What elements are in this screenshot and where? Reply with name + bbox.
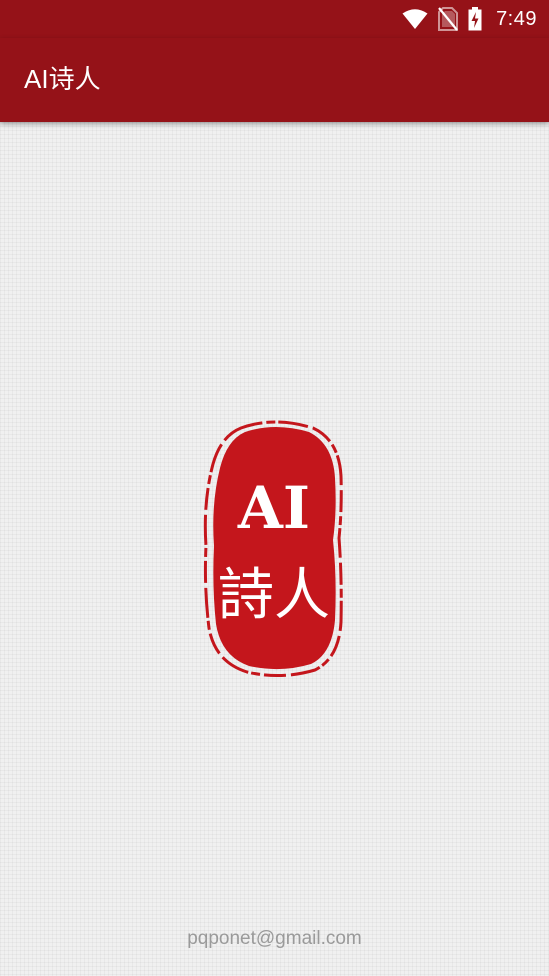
- no-sim-icon: [438, 7, 459, 31]
- contact-email: pqponet@gmail.com: [187, 928, 362, 949]
- app-bar: AI诗人: [0, 38, 549, 122]
- wifi-icon: [402, 8, 428, 30]
- status-icons: 7:49: [402, 6, 537, 32]
- app-title: AI诗人: [24, 64, 101, 94]
- ai-poet-seal-logo: AI 詩人: [201, 418, 347, 678]
- battery-charging-icon: [468, 7, 482, 31]
- seal-text-ai: AI: [237, 474, 310, 542]
- status-bar: 7:49: [0, 0, 549, 38]
- seal-text-poet: 詩人: [218, 563, 330, 628]
- status-clock: 7:49: [496, 7, 537, 30]
